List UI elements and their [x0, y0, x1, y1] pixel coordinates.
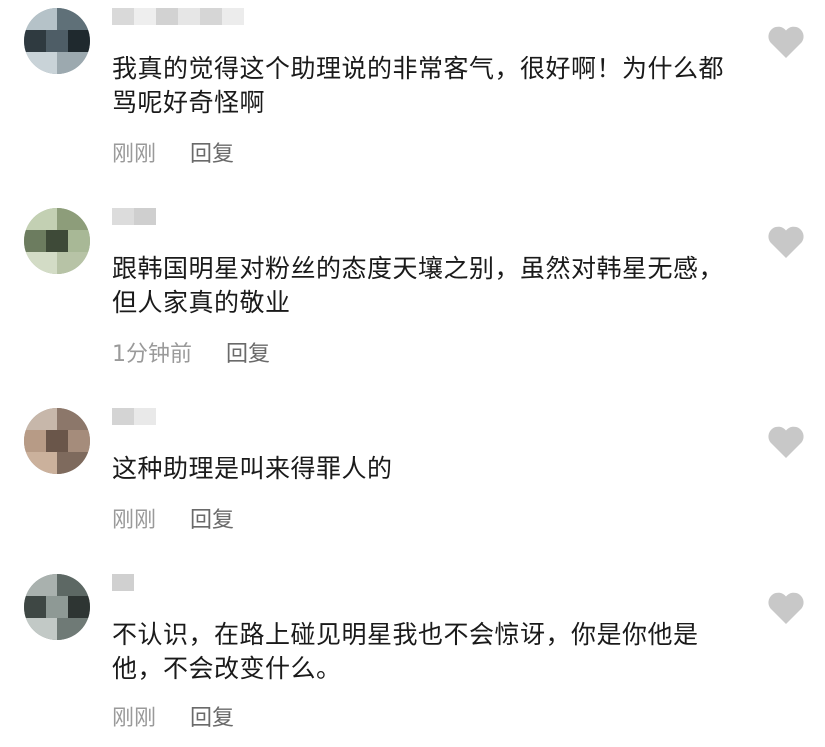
comment-meta: 刚刚 回复: [112, 704, 234, 734]
comment-meta: 刚刚 回复: [112, 140, 234, 170]
comment-text: 跟韩国明星对粉丝的态度天壤之别，虽然对韩星无感，但人家真的敬业: [112, 254, 725, 317]
comment-time: 1分钟前: [112, 342, 192, 367]
username[interactable]: [112, 574, 134, 608]
comment-text: 这种助理是叫来得罪人的: [112, 454, 393, 483]
comment-time: 刚刚: [112, 508, 157, 533]
avatar[interactable]: [24, 408, 90, 474]
username[interactable]: [112, 408, 156, 442]
comment-time: 刚刚: [112, 142, 157, 167]
like-button[interactable]: [766, 424, 806, 460]
username[interactable]: [112, 208, 156, 242]
like-button[interactable]: [766, 590, 806, 626]
comment-time: 刚刚: [112, 706, 157, 731]
avatar[interactable]: [24, 208, 90, 274]
comment-meta: 刚刚 回复: [112, 506, 234, 536]
comment-text: 不认识，在路上碰见明星我也不会惊讶，你是你他是他，不会改变什么。: [112, 620, 699, 683]
comment-text: 我真的觉得这个助理说的非常客气，很好啊！为什么都骂呢好奇怪啊: [112, 54, 725, 117]
heart-icon: [768, 226, 804, 258]
reply-button[interactable]: 回复: [190, 140, 234, 170]
heart-icon: [768, 426, 804, 458]
avatar[interactable]: [24, 574, 90, 640]
like-button[interactable]: [766, 224, 806, 260]
reply-button[interactable]: 回复: [190, 506, 234, 536]
reply-button[interactable]: 回复: [190, 704, 234, 734]
heart-icon: [768, 26, 804, 58]
reply-button[interactable]: 回复: [226, 340, 270, 370]
comment-meta: 1分钟前 回复: [112, 340, 270, 370]
heart-icon: [768, 592, 804, 624]
like-button[interactable]: [766, 24, 806, 60]
username[interactable]: [112, 8, 244, 42]
avatar[interactable]: [24, 8, 90, 74]
